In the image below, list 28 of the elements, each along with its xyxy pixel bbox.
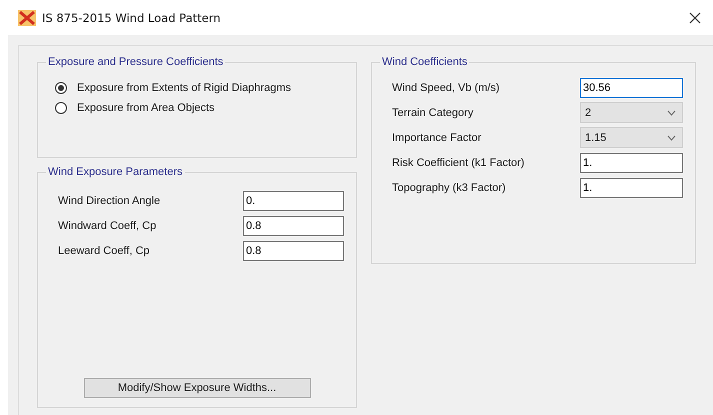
dropdown[interactable]: 2	[580, 102, 683, 123]
radio-label[interactable]: Exposure from Area Objects	[77, 102, 215, 114]
radio-button[interactable]	[55, 82, 67, 94]
input-field[interactable]: 1.	[580, 152, 683, 172]
field-label: Wind Direction Angle	[58, 194, 160, 206]
input-field[interactable]: 0.8	[243, 240, 344, 260]
field-label: Risk Coefficient (k1 Factor)	[392, 156, 524, 168]
radio-button[interactable]	[55, 102, 67, 114]
input-field[interactable]: 30.56	[580, 78, 683, 98]
window-title: IS 875-2015 Wind Load Pattern	[42, 10, 222, 24]
modify-exposure-button[interactable]: Modify/Show Exposure Widths...	[84, 378, 310, 398]
dropdown[interactable]: 1.15	[580, 127, 683, 148]
chevron-icon	[667, 134, 676, 140]
input-field[interactable]: 0.	[243, 190, 344, 210]
input-field[interactable]: 0.8	[243, 216, 344, 236]
group-title: Exposure and Pressure Coefficients	[46, 56, 226, 69]
chevron-icon	[667, 110, 676, 116]
field-label: Wind Speed, Vb (m/s)	[392, 82, 500, 94]
field-label: Leeward Coeff, Cp	[58, 244, 150, 256]
close-icon[interactable]	[689, 12, 701, 24]
field-label: Importance Factor	[392, 132, 482, 144]
field-label: Terrain Category	[392, 106, 474, 118]
field-label: Windward Coeff, Cp	[58, 220, 156, 232]
group-title: Wind Exposure Parameters	[46, 166, 184, 179]
app-icon	[18, 10, 36, 26]
input-field[interactable]: 1.	[580, 178, 683, 198]
radio-label[interactable]: Exposure from Extents of Rigid Diaphragms	[77, 82, 291, 94]
field-label: Topography (k3 Factor)	[392, 182, 506, 194]
